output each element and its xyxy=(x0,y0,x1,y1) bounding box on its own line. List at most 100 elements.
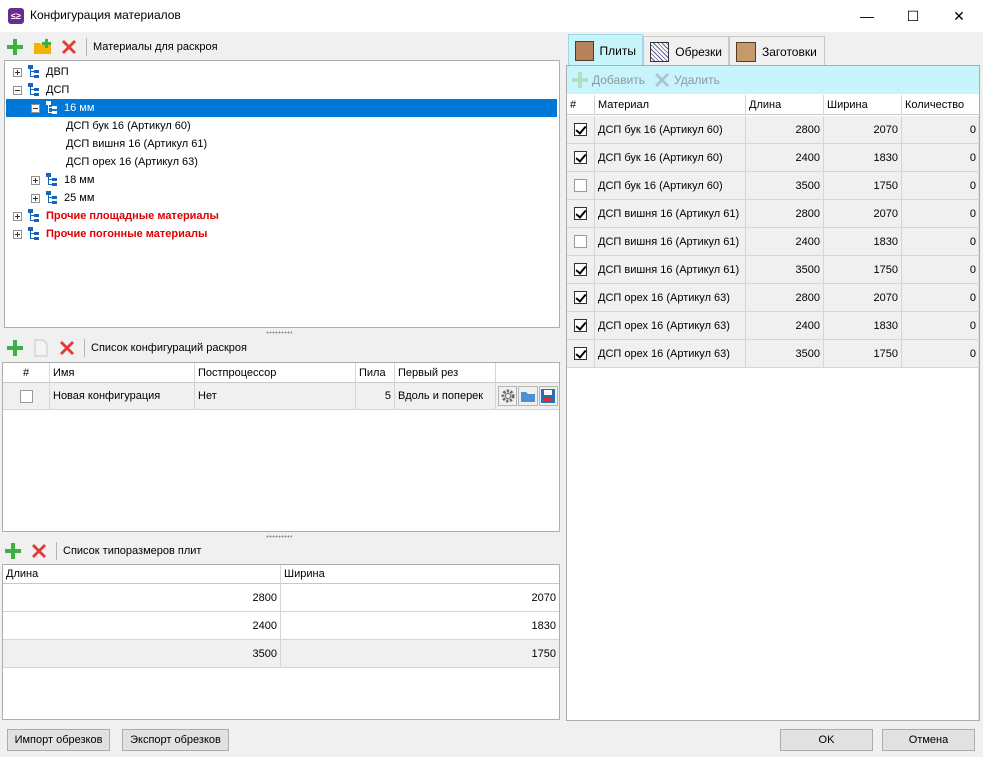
expand-icon[interactable] xyxy=(31,193,40,203)
table-row[interactable]: ДСП бук 16 (Артикул 60) 2800 2070 0 xyxy=(567,116,979,144)
col-header-length[interactable]: Длина xyxy=(746,95,824,115)
config-open-button[interactable] xyxy=(518,386,538,406)
table-row[interactable]: 3500 1750 xyxy=(3,640,559,668)
materials-tree[interactable]: ДВП ДСП 16 мм ДСП бук 16 (Артикул 60) ДСП ви… xyxy=(4,60,560,328)
minimize-button[interactable]: — xyxy=(844,0,890,32)
sheet-quantity: 0 xyxy=(969,263,976,276)
delete-sheet-button[interactable]: Удалить xyxy=(653,71,720,89)
tab-offcuts[interactable]: Обрезки xyxy=(643,36,729,66)
cancel-button[interactable]: Отмена xyxy=(882,729,975,751)
sheet-row-checkbox[interactable] xyxy=(574,151,587,164)
import-offcuts-button[interactable]: Импорт обрезков xyxy=(7,729,110,751)
table-row[interactable]: ДСП вишня 16 (Артикул 61) 2400 1830 0 xyxy=(567,228,979,256)
expand-icon[interactable] xyxy=(13,211,22,221)
delete-size-button[interactable] xyxy=(28,540,50,562)
sheet-material: ДСП бук 16 (Артикул 60) xyxy=(595,172,746,199)
config-row-checkbox[interactable] xyxy=(19,389,33,403)
col-header-quantity[interactable]: Количество xyxy=(902,95,979,115)
col-header-postprocessor[interactable]: Постпроцессор xyxy=(195,363,356,383)
sheet-length: 2400 xyxy=(746,228,824,255)
sheet-width: 1830 xyxy=(824,312,902,339)
sheet-row-checkbox[interactable] xyxy=(574,123,587,136)
col-header-name[interactable]: Имя xyxy=(50,363,195,383)
table-row[interactable]: 2400 1830 xyxy=(3,612,559,640)
sheet-check-cell xyxy=(567,312,595,339)
table-row[interactable]: ДСП бук 16 (Артикул 60) 3500 1750 0 xyxy=(567,172,979,200)
col-header-material[interactable]: Материал xyxy=(595,95,746,115)
table-row[interactable]: ДСП вишня 16 (Артикул 61) 2800 2070 0 xyxy=(567,200,979,228)
table-row[interactable]: ДСП орех 16 (Артикул 63) 2400 1830 0 xyxy=(567,312,979,340)
tree-node-label: ДСП бук 16 (Артикул 60) xyxy=(66,120,191,132)
tree-node[interactable]: Прочие погонные материалы xyxy=(13,225,207,243)
splitter-handle[interactable] xyxy=(266,331,292,334)
delete-config-button[interactable] xyxy=(56,337,78,359)
export-offcuts-button[interactable]: Экспорт обрезков xyxy=(122,729,229,751)
tree-node[interactable]: ДСП вишня 16 (Артикул 61) xyxy=(66,135,207,153)
add-folder-button[interactable] xyxy=(32,36,54,58)
sizes-panel-title: Список типоразмеров плит xyxy=(63,545,202,557)
col-header-index[interactable]: # xyxy=(567,95,595,115)
tab-blanks[interactable]: Заготовки xyxy=(729,36,825,66)
sheet-width: 1750 xyxy=(824,172,902,199)
col-header-width[interactable]: Ширина xyxy=(281,565,559,584)
size-width: 2070 xyxy=(531,591,556,604)
toolbar-separator xyxy=(86,38,87,56)
add-config-button[interactable] xyxy=(4,337,26,359)
expand-icon[interactable] xyxy=(13,67,22,77)
sheet-length: 2400 xyxy=(746,312,824,339)
col-header-length[interactable]: Длина xyxy=(3,565,281,584)
sheet-check-cell xyxy=(567,284,595,311)
tree-node[interactable]: Прочие площадные материалы xyxy=(13,207,219,225)
copy-config-button[interactable] xyxy=(30,337,52,359)
tree-node[interactable]: 18 мм xyxy=(31,171,94,189)
table-row[interactable]: ДСП бук 16 (Артикул 60) 2400 1830 0 xyxy=(567,144,979,172)
sheet-row-checkbox[interactable] xyxy=(574,347,587,360)
sheet-length: 3500 xyxy=(746,340,824,367)
collapse-icon[interactable] xyxy=(13,85,22,95)
tree-node[interactable]: 16 мм xyxy=(31,99,94,117)
delete-material-button[interactable] xyxy=(58,36,80,58)
table-row[interactable]: ДСП орех 16 (Артикул 63) 3500 1750 0 xyxy=(567,340,979,368)
folder-add-icon xyxy=(34,39,51,54)
sizes-grid-header: Длина Ширина xyxy=(3,565,559,584)
tree-node[interactable]: ДСП xyxy=(13,81,69,99)
tree-node[interactable]: ДСП бук 16 (Артикул 60) xyxy=(66,117,191,135)
expand-icon[interactable] xyxy=(13,229,22,239)
add-sheet-label: Добавить xyxy=(592,73,646,87)
collapse-icon[interactable] xyxy=(31,103,40,113)
tab-sheets[interactable]: Плиты xyxy=(568,34,643,66)
config-settings-button[interactable] xyxy=(498,386,518,406)
sheet-row-checkbox[interactable] xyxy=(574,207,587,220)
table-row[interactable]: 2800 2070 xyxy=(3,584,559,612)
tree-node[interactable]: ДВП xyxy=(13,63,69,81)
add-sheet-button[interactable]: Добавить xyxy=(571,71,645,89)
sheet-row-checkbox[interactable] xyxy=(574,319,587,332)
tree-node[interactable]: ДСП орех 16 (Артикул 63) xyxy=(66,153,198,171)
sheet-width: 2070 xyxy=(824,200,902,227)
sheet-row-checkbox[interactable] xyxy=(574,235,587,248)
close-button[interactable]: ✕ xyxy=(936,0,982,32)
col-header-width[interactable]: Ширина xyxy=(824,95,902,115)
config-save-button[interactable] xyxy=(538,386,558,406)
add-material-button[interactable] xyxy=(4,36,26,58)
delete-icon xyxy=(60,341,74,355)
sheets-tab-content: Добавить Удалить # Материал Длина Ширина… xyxy=(566,65,980,721)
col-header-saw[interactable]: Пила xyxy=(356,363,395,383)
maximize-button[interactable]: ☐ xyxy=(890,0,936,32)
ok-button[interactable]: OK xyxy=(780,729,873,751)
sheet-row-checkbox[interactable] xyxy=(574,179,587,192)
col-header-first-cut[interactable]: Первый рез xyxy=(395,363,496,383)
folder-tree-icon xyxy=(46,173,58,187)
tree-node[interactable]: 25 мм xyxy=(31,189,94,207)
col-header-index[interactable]: # xyxy=(3,363,50,383)
table-row[interactable]: Новая конфигурация Нет 5 Вдоль и поперек xyxy=(3,383,559,410)
size-width: 1750 xyxy=(531,647,556,660)
expand-icon[interactable] xyxy=(31,175,40,185)
size-length: 3500 xyxy=(3,640,281,667)
table-row[interactable]: ДСП орех 16 (Артикул 63) 2800 2070 0 xyxy=(567,284,979,312)
sheet-row-checkbox[interactable] xyxy=(574,263,587,276)
sheet-row-checkbox[interactable] xyxy=(574,291,587,304)
tree-node-label: 16 мм xyxy=(64,102,95,114)
table-row[interactable]: ДСП вишня 16 (Артикул 61) 3500 1750 0 xyxy=(567,256,979,284)
add-size-button[interactable] xyxy=(2,540,24,562)
